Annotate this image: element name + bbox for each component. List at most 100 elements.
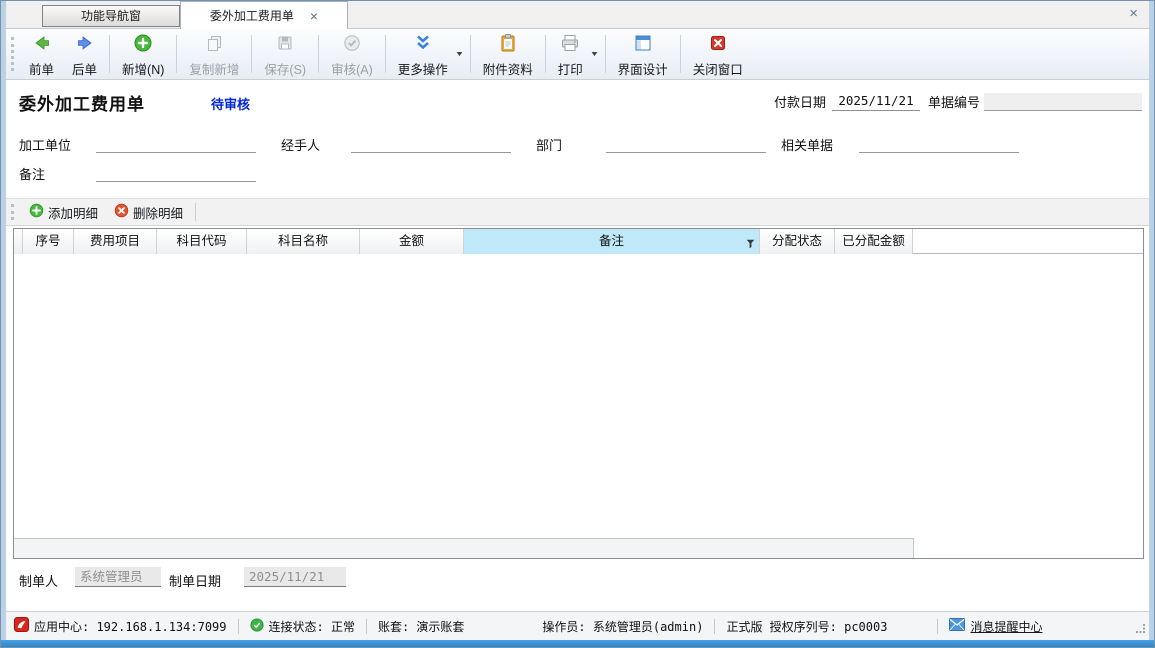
grid-summary-bar [14, 538, 914, 558]
plus-circle-icon [133, 33, 153, 58]
clipboard-icon [498, 33, 518, 58]
account-set-status: 账套: 演示账套 [378, 618, 464, 635]
license-status: 正式版 授权序列号: pc0003 [726, 618, 887, 635]
prev-doc-button[interactable]: 前单 [20, 29, 63, 79]
tab-navigation[interactable]: 功能导航窗 [42, 5, 180, 27]
page-title: 委外加工费用单 [19, 90, 145, 115]
next-doc-button[interactable]: 后单 [63, 29, 106, 79]
connection-status: 连接状态: 正常 [250, 618, 355, 635]
doc-no-label: 单据编号 [928, 92, 980, 111]
copy-new-button: 复制新增 [180, 29, 248, 79]
column-header-account-name[interactable]: 科目名称 [247, 229, 360, 254]
column-header-alloc-status[interactable]: 分配状态 [760, 229, 835, 254]
processor-label: 加工单位 [19, 135, 71, 154]
column-header-remark[interactable]: 备注 [464, 229, 760, 254]
toolbar-grip[interactable] [11, 37, 15, 71]
dropdown-caret-icon: ▼ [589, 51, 599, 58]
remark-field[interactable] [96, 164, 256, 182]
window-bottom-border [1, 640, 1154, 647]
audit-button: 审核(A) [322, 29, 382, 79]
detail-grid: 序号 费用项目 科目代码 科目名称 金额 备注 分配状态 已分配金额 [13, 228, 1144, 559]
column-header-alloc-amount[interactable]: 已分配金额 [835, 229, 913, 254]
detail-toolbar: 添加明细 删除明细 [6, 198, 1149, 226]
app-center-status: 应用中心: 192.168.1.134:7099 [14, 617, 227, 635]
maker-row: 制单人 系统管理员 制单日期 2025/11/21 [6, 563, 1149, 593]
processor-field[interactable] [96, 135, 256, 153]
attachments-button[interactable]: 附件资料 [474, 29, 542, 79]
column-header-amount[interactable]: 金额 [360, 229, 464, 254]
toolbar-separator [318, 35, 319, 73]
column-header-expense-item[interactable]: 费用项目 [74, 229, 157, 254]
toolbar-separator [176, 35, 177, 73]
window-right-border [1149, 1, 1154, 640]
status-separator [714, 619, 715, 634]
related-doc-label: 相关单据 [781, 135, 833, 154]
toolbar-separator [385, 35, 386, 73]
handler-field[interactable] [351, 135, 511, 153]
column-header-account-code[interactable]: 科目代码 [157, 229, 247, 254]
save-button: 保存(S) [255, 29, 315, 79]
handler-label: 经手人 [281, 135, 320, 154]
envelope-icon [949, 618, 965, 634]
connection-ok-icon [250, 618, 264, 635]
toolbar-separator [470, 35, 471, 73]
filter-funnel-icon[interactable] [745, 234, 756, 254]
double-chevron-down-icon [413, 33, 433, 58]
toolbar-separator [545, 35, 546, 73]
more-actions-button[interactable]: 更多操作 ▼ [389, 29, 467, 79]
grid-header-row: 序号 费用项目 科目代码 科目名称 金额 备注 分配状态 已分配金额 [14, 229, 1143, 254]
delete-circle-icon [114, 203, 129, 221]
column-header-seq[interactable]: 序号 [23, 229, 74, 254]
status-separator [937, 619, 938, 634]
window-layout-icon [633, 33, 653, 58]
detail-toolbar-grip[interactable] [11, 204, 15, 220]
copy-icon [204, 33, 224, 58]
pay-date-field[interactable]: 2025/11/21 [832, 93, 920, 111]
resize-grip[interactable] [1136, 623, 1146, 637]
toolbar-separator [605, 35, 606, 73]
related-doc-field[interactable] [859, 135, 1019, 153]
printer-icon [560, 33, 580, 58]
message-center: 消息提醒中心 [949, 618, 1042, 635]
detail-toolbar-separator [195, 203, 196, 221]
department-field[interactable] [606, 135, 766, 153]
close-box-icon [708, 33, 728, 58]
operator-status: 操作员: 系统管理员(admin) [542, 618, 703, 635]
ui-design-button[interactable]: 界面设计 [609, 29, 677, 79]
pay-date-label: 付款日期 [774, 92, 826, 111]
status-badge: 待审核 [211, 94, 250, 113]
arrow-left-icon [32, 33, 52, 58]
status-separator [238, 619, 239, 634]
tab-expense-form[interactable]: 委外加工费用单 × [180, 1, 348, 29]
remark-label: 备注 [19, 164, 45, 183]
add-detail-button[interactable]: 添加明细 [21, 199, 106, 225]
toolbar-separator [109, 35, 110, 73]
status-separator [366, 619, 367, 634]
close-window-button[interactable]: 关闭窗口 [684, 29, 752, 79]
check-circle-icon [342, 33, 362, 58]
maker-date-label: 制单日期 [169, 571, 221, 590]
arrow-right-icon [75, 33, 95, 58]
tab-close-icon[interactable]: × [310, 9, 318, 23]
doc-no-field[interactable] [984, 93, 1142, 111]
add-circle-icon [29, 203, 44, 221]
tab-label: 委外加工费用单 [210, 7, 294, 24]
dropdown-caret-icon: ▼ [454, 51, 464, 58]
status-bar: 应用中心: 192.168.1.134:7099 连接状态: 正常 账套: 演示… [6, 611, 1149, 640]
document-header: 委外加工费用单 待审核 付款日期 2025/11/21 单据编号 [6, 81, 1149, 122]
form-area: 加工单位 经手人 部门 相关单据 备注 [6, 122, 1149, 197]
toolbar-separator [680, 35, 681, 73]
new-button[interactable]: 新增(N) [113, 29, 173, 79]
app-window: 功能导航窗 委外加工费用单 × × 前单 后单 [0, 0, 1155, 648]
delete-detail-button[interactable]: 删除明细 [106, 199, 191, 225]
window-close-icon[interactable]: × [1129, 6, 1138, 21]
app-logo-icon [14, 617, 29, 635]
maker-field: 系统管理员 [75, 567, 161, 587]
print-button[interactable]: 打印 ▼ [549, 29, 602, 79]
message-center-link[interactable]: 消息提醒中心 [970, 618, 1042, 635]
department-label: 部门 [536, 135, 562, 154]
main-toolbar: 前单 后单 新增(N) [6, 29, 1149, 80]
maker-date-field: 2025/11/21 [244, 567, 346, 587]
row-indicator-column [14, 229, 23, 254]
save-icon [275, 33, 295, 58]
